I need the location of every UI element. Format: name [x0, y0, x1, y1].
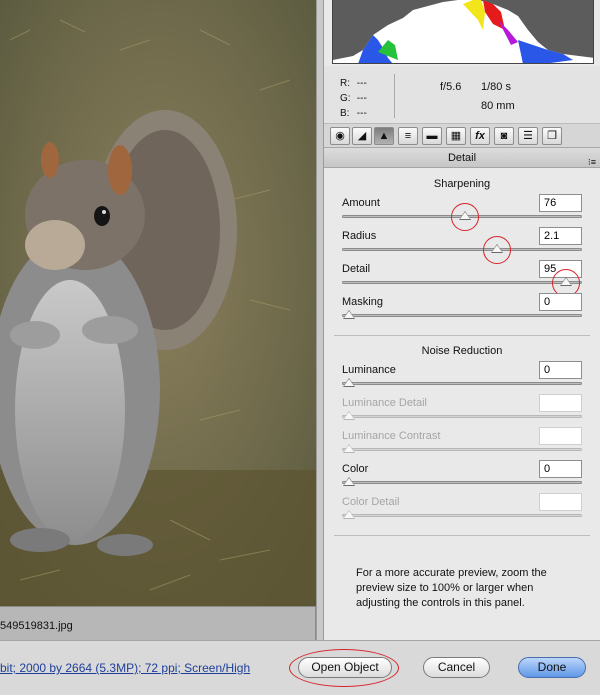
color-detail-label: Color Detail — [342, 496, 400, 508]
histogram — [332, 0, 594, 64]
filename-bar: 549519831.jpg — [0, 606, 316, 640]
bottom-bar: bit; 2000 by 2664 (5.3MP); 72 ppi; Scree… — [0, 640, 600, 695]
filename-label: 549519831.jpg — [0, 620, 73, 632]
masking-slider[interactable] — [342, 310, 582, 319]
hsl-icon[interactable]: ≡ — [398, 127, 418, 145]
detail-slider[interactable] — [342, 269, 582, 297]
histogram-graph — [333, 0, 593, 63]
adjustments-panel: R: --- G: --- B: --- f/5.6 1/80 s 80 mm … — [324, 0, 600, 640]
snapshots-icon[interactable]: ❐ — [542, 127, 562, 145]
amount-slider[interactable] — [342, 203, 582, 231]
effects-icon[interactable]: fx — [470, 127, 490, 145]
aperture-value: f/5.6 — [440, 81, 462, 93]
amount-field[interactable] — [539, 194, 582, 212]
tone-curve-icon[interactable]: ◢ — [352, 127, 372, 145]
radius-slider[interactable] — [342, 236, 582, 264]
radius-label: Radius — [342, 230, 377, 242]
sharpening-title: Sharpening — [433, 178, 491, 190]
luminance-contrast-field — [539, 427, 582, 445]
color-label: Color — [342, 463, 369, 475]
radius-slider-thumb[interactable] — [491, 244, 503, 253]
detail-icon[interactable]: ▲ — [374, 127, 394, 145]
color-detail-slider — [342, 510, 582, 519]
camera-calibration-icon[interactable]: ◙ — [494, 127, 514, 145]
r-readout: R: --- — [340, 78, 367, 89]
aperture-icon[interactable]: ◉ — [330, 127, 350, 145]
detail-slider-thumb[interactable] — [560, 277, 572, 286]
color-field[interactable] — [539, 460, 582, 478]
panel-header: Detail ⁝≡ — [324, 148, 600, 168]
luminance-detail-slider-thumb — [343, 411, 355, 420]
lens-corrections-icon[interactable]: ▦ — [446, 127, 466, 145]
masking-slider-thumb[interactable] — [343, 310, 355, 319]
b-readout: B: --- — [340, 108, 367, 119]
luminance-slider[interactable] — [342, 378, 582, 387]
panel-divider[interactable] — [316, 0, 324, 640]
focal-length-value: 80 mm — [481, 100, 515, 112]
luminance-label: Luminance — [342, 364, 396, 376]
color-slider[interactable] — [342, 477, 582, 486]
readout-divider — [394, 74, 395, 118]
luminance-detail-label: Luminance Detail — [342, 397, 427, 409]
presets-icon[interactable]: ☰ — [518, 127, 538, 145]
readout-area: R: --- G: --- B: --- f/5.6 1/80 s 80 mm — [324, 66, 600, 124]
section-divider — [334, 335, 590, 336]
luminance-contrast-label: Luminance Contrast — [342, 430, 441, 442]
panel-title: Detail — [447, 152, 477, 164]
g-readout: G: --- — [340, 93, 367, 104]
masking-field[interactable] — [539, 293, 582, 311]
radius-field[interactable] — [539, 227, 582, 245]
detail-field[interactable] — [539, 260, 582, 278]
luminance-contrast-slider-thumb — [343, 444, 355, 453]
luminance-field[interactable] — [539, 361, 582, 379]
amount-label: Amount — [342, 197, 380, 209]
panel-menu-icon[interactable]: ⁝≡ — [588, 152, 596, 172]
noise-reduction-title: Noise Reduction — [421, 345, 503, 357]
image-preview[interactable] — [0, 0, 316, 606]
luminance-contrast-slider — [342, 444, 582, 453]
detail-label: Detail — [342, 263, 371, 275]
preview-note: For a more accurate preview, zoom the pr… — [356, 567, 547, 609]
masking-label: Masking — [342, 296, 383, 308]
done-button[interactable]: Done — [518, 657, 586, 678]
squirrel-photo — [0, 0, 316, 606]
amount-slider-thumb[interactable] — [459, 211, 471, 220]
section-divider — [334, 535, 590, 536]
color-slider-thumb[interactable] — [343, 477, 355, 486]
luminance-slider-thumb[interactable] — [343, 378, 355, 387]
workflow-options-link[interactable]: bit; 2000 by 2664 (5.3MP); 72 ppi; Scree… — [0, 661, 250, 675]
color-detail-slider-thumb — [343, 510, 355, 519]
cancel-button[interactable]: Cancel — [423, 657, 490, 678]
split-toning-icon[interactable]: ▬ — [422, 127, 442, 145]
open-object-button[interactable]: Open Object — [298, 657, 392, 678]
panel-tabs: ◉ ◢ ▲ ≡ ▬ ▦ fx ◙ ☰ ❐ — [324, 124, 600, 148]
luminance-detail-slider — [342, 411, 582, 420]
luminance-detail-field — [539, 394, 582, 412]
shutter-value: 1/80 s — [481, 81, 511, 93]
color-detail-field — [539, 493, 582, 511]
